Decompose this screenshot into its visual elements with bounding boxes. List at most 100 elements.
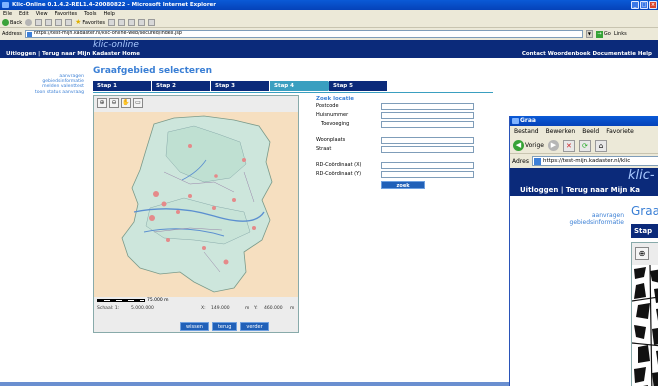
menu-favorites[interactable]: Favorites (55, 10, 78, 18)
form-header: Zoek locatie (316, 96, 354, 102)
address-label: Adres (512, 157, 529, 165)
sidebar-item-gebiedsinformatie[interactable]: gebiedsinformatie (520, 219, 624, 226)
nav-left-links[interactable]: Uitloggen | Terug naar Mijn Kadaster Hom… (6, 50, 140, 58)
rd-y-row: RD-Coördinaat (Y) (316, 171, 476, 179)
close-button[interactable]: × (649, 1, 657, 9)
window2-address-input[interactable]: https://test-mijn.kadaster.nl/klic (531, 156, 658, 166)
zoom-in-icon[interactable]: ⊕ (635, 247, 649, 260)
step-1: Stap 1 (93, 81, 151, 91)
links-label[interactable]: Links (614, 31, 627, 37)
menu-view[interactable]: View (36, 10, 48, 18)
forward-button[interactable] (25, 19, 33, 26)
history-icon[interactable] (108, 19, 116, 26)
forward-button[interactable]: ▶ (547, 140, 559, 151)
site-nav[interactable]: Uitloggen | Terug naar Mijn Ka (510, 184, 658, 196)
huisnummer-label: Huisnummer (316, 112, 349, 118)
select-icon[interactable]: ▭ (133, 98, 143, 108)
zoom-in-icon[interactable]: ⊕ (97, 98, 107, 108)
step-indicator: Stap (631, 224, 658, 238)
menu-file[interactable]: Eile (3, 10, 12, 18)
messenger-icon[interactable] (148, 19, 156, 26)
back-button[interactable]: Back (2, 19, 22, 26)
map-canvas[interactable] (632, 265, 658, 386)
site-logo: klic-online (93, 40, 139, 50)
rd-y-input[interactable] (381, 171, 474, 178)
page-title: Graafgebied selecteren (93, 66, 212, 76)
x-coord-unit: m (245, 306, 250, 311)
woonplaats-input[interactable] (381, 137, 474, 144)
vorige-button[interactable]: ◀ Vorige (513, 140, 544, 151)
postcode-label: Postcode (316, 103, 339, 109)
rd-x-input[interactable] (381, 162, 474, 169)
maximize-button[interactable]: □ (640, 1, 648, 9)
edit-icon[interactable] (138, 19, 146, 26)
window-title: Klic-Online 0.1.4.2-REL1.4-20080822 - Mi… (12, 2, 216, 8)
sidebar-item-aanvragen[interactable]: aanvragen (520, 212, 624, 219)
menu-bestand[interactable]: Bestand (514, 126, 539, 138)
window2-title-bar[interactable]: Graa (510, 116, 658, 126)
zoom-out-icon[interactable]: ⊖ (109, 98, 119, 108)
map-panel: ⊕ ⊖ ✋ ▭ 75.000 m Schaal: 1: 5.000.000 X:… (93, 95, 299, 333)
minimize-button[interactable]: _ (631, 1, 639, 9)
favorites-button[interactable]: ★ Favorites (75, 19, 105, 26)
address-label: Address (2, 31, 22, 37)
zoek-button[interactable]: zoek (381, 181, 425, 189)
x-coord-value: 149.000 (211, 306, 230, 311)
location-search-form: Zoek locatie Postcode Huisnummer Toevoeg… (316, 96, 476, 189)
refresh-icon[interactable]: ⟳ (578, 139, 591, 152)
wissen-button[interactable]: wissen (180, 322, 209, 331)
window2-address-bar: Adres https://test-mijn.kadaster.nl/klic (510, 155, 658, 167)
address-dropdown-button[interactable]: ▼ (585, 30, 593, 38)
window-title-bar[interactable]: Klic-Online 0.1.4.2-REL1.4-20080822 - Mi… (0, 0, 658, 10)
rd-x-row: RD-Coördinaat (X) (316, 162, 476, 170)
pan-hand-icon[interactable]: ✋ (121, 98, 131, 108)
ie-icon (2, 2, 9, 8)
stop-icon[interactable]: ✕ (562, 139, 575, 152)
step-divider (93, 92, 493, 93)
mail-icon[interactable] (118, 19, 126, 26)
sidebar-item-status[interactable]: toon status aanvraag (2, 90, 84, 95)
page-icon (26, 32, 32, 37)
address-input[interactable]: https://test-mijn.kadaster.nl/klic-onlin… (24, 30, 583, 38)
menu-beeld[interactable]: Beeld (582, 126, 599, 138)
ie-icon (512, 118, 519, 124)
nav-right-links[interactable]: Contact Woordenboek Documentatie Help (522, 50, 652, 58)
site-banner: klic- (510, 168, 658, 184)
menu-favorieten[interactable]: Favoriete (606, 126, 634, 138)
print-icon[interactable] (128, 19, 136, 26)
site-nav: Uitloggen | Terug naar Mijn Kadaster Hom… (0, 50, 658, 58)
menu-help[interactable]: Help (104, 10, 115, 18)
go-button[interactable]: → Go (595, 30, 611, 38)
home-icon[interactable]: ⌂ (594, 139, 607, 152)
search-icon[interactable] (65, 19, 73, 26)
map-panel: ⊕ (631, 242, 658, 386)
stop-icon[interactable] (35, 19, 43, 26)
menu-bar: Eile Edit View Favorites Tools Help (0, 10, 658, 18)
menu-bewerken[interactable]: Bewerken (546, 126, 576, 138)
woonplaats-row: Woonplaats (316, 137, 476, 145)
straat-row: Straat (316, 146, 476, 154)
star-icon: ★ (75, 18, 82, 26)
city-map (632, 265, 658, 386)
scale-bar (97, 299, 145, 302)
woonplaats-label: Woonplaats (316, 137, 346, 143)
menu-tools[interactable]: Tools (84, 10, 96, 18)
menu-edit[interactable]: Edit (19, 10, 29, 18)
home-icon[interactable] (55, 19, 63, 26)
toolbar: Back ★ Favorites (0, 18, 658, 28)
map-canvas[interactable] (94, 112, 298, 297)
step-3: Stap 3 (211, 81, 269, 91)
postcode-input[interactable] (381, 103, 474, 110)
site-logo: klic- (628, 168, 655, 183)
foreground-browser-window: Graa Bestand Bewerken Beeld Favoriete ◀ … (509, 116, 658, 386)
toevoeging-input[interactable] (381, 121, 474, 128)
verder-button[interactable]: verder (240, 322, 269, 331)
huisnummer-input[interactable] (381, 112, 474, 119)
refresh-icon[interactable] (45, 19, 53, 26)
terug-button[interactable]: terug (211, 322, 238, 331)
map-buttons: wissen terug verder (180, 322, 269, 331)
page-title: Graa (631, 204, 658, 218)
straat-input[interactable] (381, 146, 474, 153)
huisnummer-row: Huisnummer (316, 112, 476, 120)
x-coord-label: X: (201, 306, 206, 311)
